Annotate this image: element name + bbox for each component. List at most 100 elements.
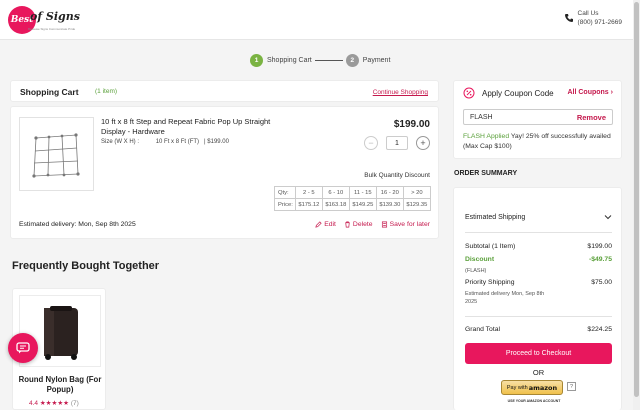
size-label: Size (W X H) : xyxy=(101,139,140,145)
priority-shipping-label: Priority Shipping xyxy=(465,279,515,286)
all-coupons-label: All Coupons xyxy=(567,89,609,96)
bulk-qty-cell: 11 - 15 xyxy=(348,186,377,199)
priority-shipping-value: $75.00 xyxy=(591,279,612,286)
chat-button[interactable] xyxy=(8,333,38,363)
call-number: (800) 971-2669 xyxy=(577,19,622,26)
coupon-code-value: FLASH xyxy=(470,114,493,121)
grand-total-row: Grand Total $224.25 xyxy=(465,326,612,333)
step-2-badge: 2 xyxy=(345,53,359,67)
priority-delivery-note: Estimated delivery Mon, Sep 8th 2025 xyxy=(465,291,545,305)
bulk-qty-cell: > 20 xyxy=(402,186,431,199)
priority-shipping-row: Priority Shipping $75.00 xyxy=(465,279,612,286)
quantity-input[interactable] xyxy=(386,136,408,150)
call-us[interactable]: Call Us (800) 971-2669 xyxy=(564,10,622,26)
step-2-label: Payment xyxy=(362,56,391,64)
discount-value: -$49.75 xyxy=(588,256,612,263)
call-label: Call Us xyxy=(577,10,599,17)
trash-icon xyxy=(345,221,350,228)
subtotal-label: Subtotal (1 Item) xyxy=(465,243,516,250)
product-name[interactable]: 10 ft x 8 ft Step and Repeat Fabric Pop … xyxy=(101,117,271,137)
bulk-discount-table: Qty: 2 - 5 6 - 10 11 - 15 16 - 20 > 20 P… xyxy=(274,186,431,211)
rating-stars: ★★★★★ xyxy=(39,400,69,407)
coupon-message: FLASH Applied Yay! 25% off successfully … xyxy=(463,132,615,152)
order-summary-heading: ORDER SUMMARY xyxy=(454,170,518,177)
chevron-right-icon: › xyxy=(610,89,613,96)
step-1-badge: 1 xyxy=(250,53,263,67)
checkout-steps: 1 Shopping Cart 2 Payment xyxy=(250,53,390,67)
product-thumbnail[interactable] xyxy=(19,117,94,191)
divider xyxy=(465,232,612,233)
edit-label: Edit xyxy=(324,221,336,228)
bookmark-icon xyxy=(381,221,387,228)
all-coupons-link[interactable]: All Coupons › xyxy=(567,89,613,96)
review-count: (7) xyxy=(70,400,79,407)
delete-label: Delete xyxy=(352,221,373,228)
cart-item: 10 ft x 8 ft Step and Repeat Fabric Pop … xyxy=(10,106,439,239)
frame-display-image xyxy=(32,133,80,178)
page-scrollbar[interactable] xyxy=(633,0,640,410)
estimated-shipping-label: Estimated Shipping xyxy=(465,214,526,221)
edit-button[interactable]: Edit xyxy=(315,221,336,228)
amazon-pay-label: Pay with xyxy=(506,384,528,391)
remove-coupon-button[interactable]: Remove xyxy=(577,113,606,122)
save-for-later-button[interactable]: Save for later xyxy=(381,221,430,228)
subtotal-row: Subtotal (1 Item) $199.00 xyxy=(465,243,612,250)
cart-count: (1 item) xyxy=(95,88,118,95)
bulk-qty-cell: 2 - 5 xyxy=(294,186,323,199)
bulk-price-row: Price: $175.12 $163.18 $149.25 $139.30 $… xyxy=(274,198,431,211)
discount-code: (FLASH) xyxy=(465,268,487,274)
bulk-price-cell: $175.12 xyxy=(294,198,323,211)
discount-row: Discount -$49.75 xyxy=(465,256,612,263)
logo-tagline: Because Signs Communicate Pride xyxy=(28,27,76,31)
item-price: $199.00 xyxy=(393,119,430,130)
discount-label: Discount xyxy=(465,256,495,263)
coupon-input[interactable]: FLASH Remove xyxy=(463,109,613,125)
delete-button[interactable]: Delete xyxy=(344,221,373,228)
pencil-icon xyxy=(315,221,322,228)
amazon-logo: amazon xyxy=(528,383,558,392)
chat-icon xyxy=(16,342,30,354)
fbt-product-name[interactable]: Round Nylon Bag (For Popup) xyxy=(13,375,107,395)
fbt-rating: 4.4 ★★★★★ (7) xyxy=(29,399,79,407)
subtotal-value: $199.00 xyxy=(587,243,612,250)
bulk-discount-title: Bulk Quantity Discount xyxy=(364,172,430,179)
step-connector xyxy=(314,59,343,61)
site-logo[interactable]: Best of Signs Because Signs Communicate … xyxy=(8,6,80,34)
bulk-price-cell: $163.18 xyxy=(321,198,350,211)
size-value: 10 Ft x 8 Ft (FT) xyxy=(155,139,200,145)
quantity-decrease-button[interactable]: − xyxy=(364,136,378,150)
amazon-pay-button[interactable]: Pay with amazon xyxy=(501,380,563,395)
order-summary-card: Estimated Shipping Subtotal (1 Item) $19… xyxy=(453,187,622,410)
bulk-price-cell: $129.35 xyxy=(402,198,431,211)
estimated-shipping-toggle[interactable]: Estimated Shipping xyxy=(465,212,612,224)
coupon-card: Apply Coupon Code All Coupons › FLASH Re… xyxy=(453,80,622,159)
divider xyxy=(465,316,612,317)
bulk-price-cell: $139.30 xyxy=(375,198,404,211)
rating-value: 4.4 xyxy=(29,400,39,407)
grand-total-label: Grand Total xyxy=(465,326,501,333)
fbt-title: Frequently Bought Together xyxy=(12,260,160,272)
cart-title: Shopping Cart xyxy=(20,87,79,97)
quantity-increase-button[interactable]: + xyxy=(416,136,430,150)
cart-header: Shopping Cart (1 item) Continue Shopping xyxy=(10,80,439,102)
phone-icon xyxy=(564,14,573,22)
bulk-qty-row: Qty: 2 - 5 6 - 10 11 - 15 16 - 20 > 20 xyxy=(274,186,431,199)
estimated-delivery: Estimated delivery: Mon, Sep 8th 2025 xyxy=(19,221,136,228)
scrollbar-thumb[interactable] xyxy=(634,2,639,397)
logo-text: of Signs xyxy=(30,10,80,23)
amazon-account-note: USE YOUR AMAZON ACCOUNT xyxy=(507,399,561,403)
bulk-qty-header: Qty: xyxy=(274,186,296,199)
grand-total-value: $224.25 xyxy=(587,326,612,333)
or-separator: OR xyxy=(532,368,545,377)
continue-shopping-link[interactable]: Continue Shopping xyxy=(373,89,428,96)
proceed-to-checkout-button[interactable]: Proceed to Checkout xyxy=(465,343,612,364)
discount-tag-icon xyxy=(463,87,475,99)
step-1-label: Shopping Cart xyxy=(267,56,312,64)
amazon-help-icon[interactable]: ? xyxy=(567,382,576,391)
coupon-applied-label: FLASH Applied xyxy=(463,133,510,140)
coupon-title: Apply Coupon Code xyxy=(482,89,554,98)
site-header: Best of Signs Because Signs Communicate … xyxy=(0,0,640,40)
size-price: | $199.00 xyxy=(204,139,229,145)
bulk-price-header: Price: xyxy=(274,198,296,211)
chevron-down-icon xyxy=(604,215,612,220)
